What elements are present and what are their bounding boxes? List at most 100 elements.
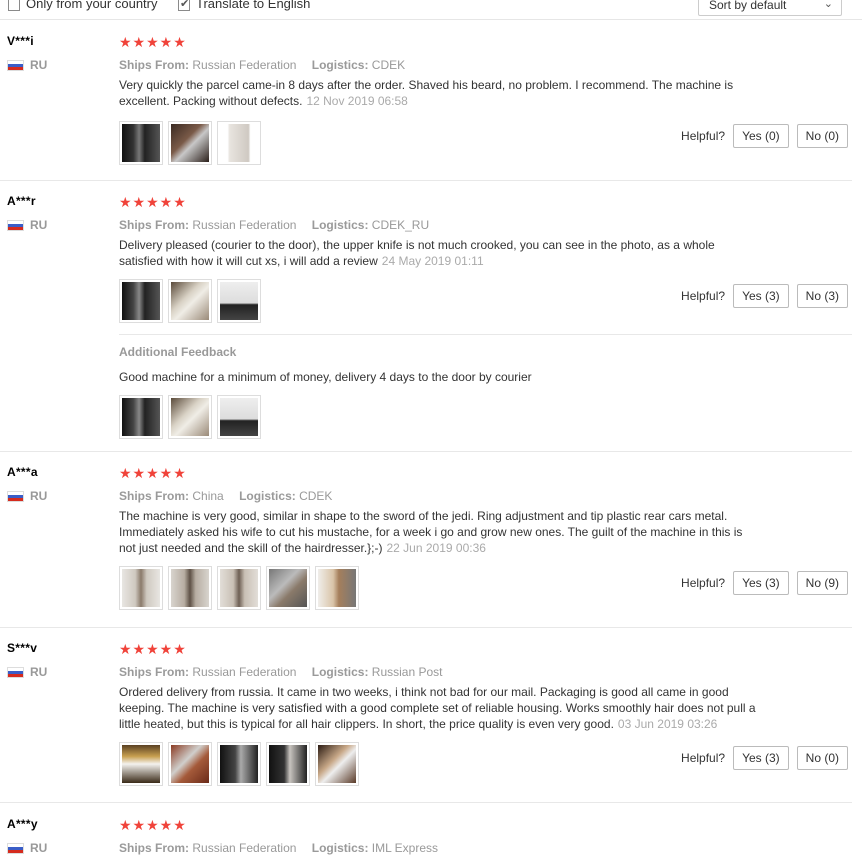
- helpful-no-button[interactable]: No (0): [796, 124, 848, 148]
- filter-bar: Only from your country Translate to Engl…: [0, 0, 862, 20]
- review-photo[interactable]: [217, 395, 261, 439]
- review-item: A***y RU ★★★★★ Ships From: Russian Feder…: [0, 803, 852, 855]
- review-photo[interactable]: [315, 566, 359, 610]
- helpful-label: Helpful?: [681, 129, 726, 143]
- helpful-label: Helpful?: [681, 576, 726, 590]
- checkbox-box-checked[interactable]: [178, 0, 190, 11]
- only-country-checkbox[interactable]: Only from your country: [8, 0, 158, 11]
- logistics-label: Logistics:: [311, 841, 369, 855]
- review-photo[interactable]: [168, 279, 212, 323]
- logistics-label: Logistics:: [239, 489, 296, 503]
- helpful-yes-button[interactable]: Yes (3): [733, 284, 789, 308]
- review-photo[interactable]: [266, 742, 310, 786]
- review-photo[interactable]: [217, 279, 261, 323]
- ships-from-value: Russian Federation: [192, 841, 297, 855]
- review-text: The machine is very good, similar in sha…: [119, 508, 759, 556]
- additional-feedback: Additional Feedback Good machine for a m…: [119, 334, 852, 439]
- country-code: RU: [30, 218, 48, 232]
- reviewer-country: RU: [7, 218, 47, 232]
- review-photo[interactable]: [119, 566, 163, 610]
- logistics-label: Logistics:: [311, 218, 369, 232]
- russia-flag-icon: [7, 219, 24, 231]
- review-photo[interactable]: [315, 742, 359, 786]
- helpful-no-button[interactable]: No (0): [796, 746, 848, 770]
- helpful-votes: Helpful? Yes (3) No (3): [681, 284, 848, 308]
- helpful-votes: Helpful? Yes (0) No (0): [681, 124, 848, 148]
- ships-from-value: Russian Federation: [192, 58, 297, 72]
- reviewer-name: A***a: [7, 465, 38, 479]
- helpful-label: Helpful?: [681, 751, 726, 765]
- sort-value: Sort by default: [709, 0, 787, 12]
- reviewer-name: A***y: [7, 817, 38, 831]
- russia-flag-icon: [7, 59, 24, 71]
- additional-feedback-title: Additional Feedback: [119, 345, 237, 359]
- ships-from-label: Ships From:: [119, 489, 190, 503]
- helpful-yes-button[interactable]: Yes (3): [733, 571, 789, 595]
- ships-from-value: Russian Federation: [192, 218, 297, 232]
- reviewer-name: S***v: [7, 641, 38, 655]
- review-photo[interactable]: [217, 742, 261, 786]
- translate-checkbox[interactable]: Translate to English: [178, 0, 310, 11]
- shipping-info: Ships From: Russian Federation Logistics…: [119, 840, 849, 855]
- ships-from-value: Russian Federation: [192, 665, 297, 679]
- review-date: 12 Nov 2019 06:58: [306, 94, 408, 108]
- helpful-yes-button[interactable]: Yes (3): [733, 746, 789, 770]
- sort-select[interactable]: Sort by default ⌄: [698, 0, 842, 16]
- review-photo[interactable]: [119, 279, 163, 323]
- shipping-info: Ships From: Russian Federation Logistics…: [119, 664, 849, 680]
- russia-flag-icon: [7, 666, 24, 678]
- country-code: RU: [30, 841, 48, 855]
- star-rating: ★★★★★: [119, 641, 187, 657]
- review-photo[interactable]: [217, 566, 261, 610]
- country-code: RU: [30, 58, 48, 72]
- logistics-value: CDEK: [299, 489, 333, 503]
- only-country-label: Only from your country: [26, 0, 158, 11]
- star-rating: ★★★★★: [119, 817, 187, 833]
- country-code: RU: [30, 665, 48, 679]
- logistics-value: IML Express: [371, 841, 439, 855]
- review-item: A***r RU ★★★★★ Ships From: Russian Feder…: [0, 181, 852, 452]
- star-rating: ★★★★★: [119, 465, 187, 481]
- ships-from-value: China: [192, 489, 224, 503]
- ships-from-label: Ships From:: [119, 841, 190, 855]
- reviewer-country: RU: [7, 489, 47, 503]
- russia-flag-icon: [7, 842, 24, 854]
- review-text: Delivery pleased (courier to the door), …: [119, 237, 759, 269]
- helpful-no-button[interactable]: No (9): [796, 571, 848, 595]
- shipping-info: Ships From: Russian Federation Logistics…: [119, 57, 849, 73]
- chevron-down-icon: ⌄: [823, 0, 833, 10]
- helpful-yes-button[interactable]: Yes (0): [733, 124, 789, 148]
- ships-from-label: Ships From:: [119, 58, 190, 72]
- review-content: Very quickly the parcel came-in 8 days a…: [119, 78, 734, 108]
- review-item: A***a RU ★★★★★ Ships From: China Logisti…: [0, 452, 852, 628]
- review-text: Very quickly the parcel came-in 8 days a…: [119, 77, 759, 109]
- reviewer-name: V***i: [7, 34, 34, 48]
- additional-feedback-text: Good machine for a minimum of money, del…: [119, 370, 532, 384]
- ships-from-label: Ships From:: [119, 218, 190, 232]
- shipping-info: Ships From: China Logistics: CDEK: [119, 488, 849, 504]
- review-item: S***v RU ★★★★★ Ships From: Russian Feder…: [0, 628, 852, 803]
- helpful-no-button[interactable]: No (3): [796, 284, 848, 308]
- logistics-label: Logistics:: [311, 58, 369, 72]
- review-photo[interactable]: [217, 121, 261, 165]
- review-photo[interactable]: [119, 742, 163, 786]
- ships-from-label: Ships From:: [119, 665, 190, 679]
- review-item: V***i RU ★★★★★ Ships From: Russian Feder…: [0, 20, 852, 181]
- star-rating: ★★★★★: [119, 34, 187, 50]
- review-photo[interactable]: [168, 121, 212, 165]
- country-code: RU: [30, 489, 48, 503]
- review-photo[interactable]: [266, 566, 310, 610]
- logistics-value: CDEK_RU: [371, 218, 430, 232]
- review-date: 24 May 2019 01:11: [381, 254, 484, 268]
- review-photo[interactable]: [168, 742, 212, 786]
- review-photo[interactable]: [119, 121, 163, 165]
- russia-flag-icon: [7, 490, 24, 502]
- review-body: ★★★★★ Ships From: Russian Federation Log…: [119, 817, 849, 855]
- checkbox-box[interactable]: [8, 0, 20, 11]
- helpful-votes: Helpful? Yes (3) No (9): [681, 571, 848, 595]
- review-photo[interactable]: [168, 566, 212, 610]
- review-photo[interactable]: [168, 395, 212, 439]
- reviewer-country: RU: [7, 665, 47, 679]
- reviewer-country: RU: [7, 841, 47, 855]
- review-photo[interactable]: [119, 395, 163, 439]
